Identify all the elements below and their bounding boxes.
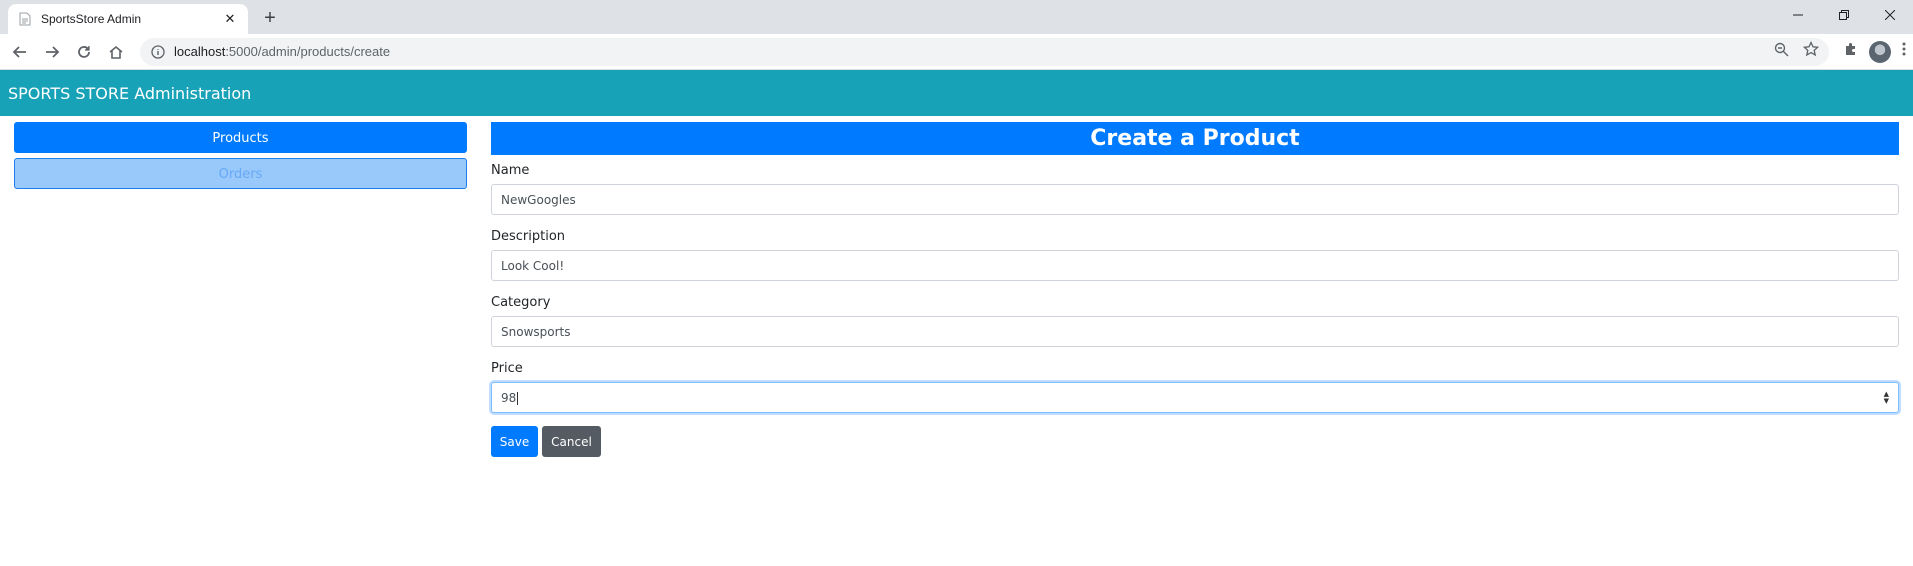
close-icon[interactable]: ✕ [222,11,238,27]
app-title: SPORTS STORE Administration [8,83,252,103]
profile-avatar[interactable] [1869,40,1891,63]
url-host: localhost [174,44,226,59]
home-icon[interactable] [102,38,130,66]
url-text[interactable]: localhost:5000/admin/products/create [174,44,1774,59]
category-group: Category Snowsports [491,295,1899,347]
window-controls [1775,0,1913,30]
browser-toolbar: localhost:5000/admin/products/create [0,34,1913,70]
browser-tab[interactable]: SportsStore Admin ✕ [8,4,248,34]
menu-kebab-icon[interactable] [1901,41,1907,62]
reload-icon[interactable] [70,38,98,66]
minimize-icon[interactable] [1775,0,1821,30]
tab-title: SportsStore Admin [41,12,142,26]
name-label: Name [491,163,530,178]
cancel-button[interactable]: Cancel [542,426,601,457]
page-title: Create a Product [491,122,1899,155]
page-icon [18,12,32,26]
sidebar: Products Orders [14,122,467,189]
name-field[interactable]: NewGoogles [491,184,1899,215]
app-header: SPORTS STORE Administration [0,70,1913,116]
sidebar-item-products[interactable]: Products [14,122,467,153]
extensions-puzzle-icon[interactable] [1843,41,1859,62]
bookmark-star-icon[interactable] [1802,40,1820,62]
save-button[interactable]: Save [491,426,538,457]
window-close-icon[interactable] [1867,0,1913,30]
description-field[interactable]: Look Cool! [491,250,1899,281]
category-value: Snowsports [501,324,571,339]
category-label: Category [491,295,551,310]
forward-icon[interactable] [38,38,66,66]
sidebar-item-orders[interactable]: Orders [14,158,467,189]
name-group: Name NewGoogles [491,163,1899,215]
price-field[interactable]: 98 ▲ ▼ [491,382,1899,413]
price-value: 98 [501,390,517,405]
address-bar[interactable]: localhost:5000/admin/products/create [140,37,1829,66]
info-icon[interactable] [150,44,166,60]
back-icon[interactable] [6,38,34,66]
zoom-icon[interactable] [1774,42,1789,62]
price-label: Price [491,361,523,376]
description-label: Description [491,229,566,244]
new-tab-button[interactable]: + [256,4,284,32]
description-group: Description Look Cool! [491,229,1899,281]
app-body: Products Orders Create a Product Name Ne… [0,116,1913,532]
restore-icon[interactable] [1821,0,1867,30]
url-path: :5000/admin/products/create [225,44,391,59]
name-value: NewGoogles [501,192,576,207]
create-product-form: Create a Product Name NewGoogles Descrip… [491,122,1899,457]
number-spinner-icon[interactable]: ▲ ▼ [1884,390,1889,405]
category-field[interactable]: Snowsports [491,316,1899,347]
form-actions: Save Cancel [491,426,1899,457]
text-caret [517,391,519,405]
browser-tabstrip: SportsStore Admin ✕ + [0,0,1913,34]
description-value: Look Cool! [501,258,565,273]
price-group: Price 98 ▲ ▼ [491,361,1899,413]
